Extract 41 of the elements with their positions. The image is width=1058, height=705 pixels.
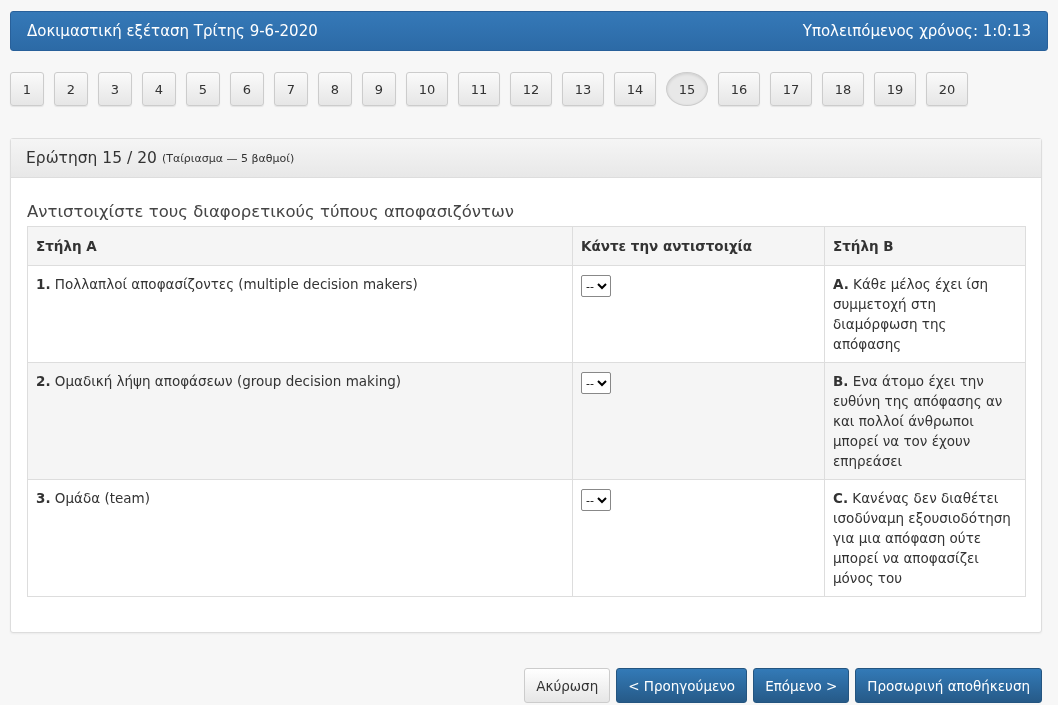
question-number-button[interactable]: 7 <box>274 72 308 106</box>
question-number-button[interactable]: 12 <box>510 72 552 106</box>
question-number-button[interactable]: 1 <box>10 72 44 106</box>
question-number-button[interactable]: 15 <box>666 72 708 106</box>
question-number-button[interactable]: 10 <box>406 72 448 106</box>
match-dropdown[interactable]: -- <box>581 489 611 511</box>
match-dropdown[interactable]: -- <box>581 372 611 394</box>
question-type: (Ταίριασμα — 5 βαθμοί) <box>161 151 295 165</box>
column-header: Κάντε την αντιστοιχία <box>572 226 825 266</box>
question-number-button[interactable]: 20 <box>926 72 968 106</box>
question-number-button[interactable]: 8 <box>318 72 352 106</box>
exam-title: Δοκιμαστική εξέταση Τρίτης 9-6-2020 <box>27 22 318 40</box>
question-number-button[interactable]: 16 <box>718 72 760 106</box>
table-cell: A. Κάθε μέλος έχει ίση συμμετοχή στη διαμόρφωση της απόφασης <box>824 265 1026 363</box>
question-prompt: Αντιστοιχίστε τους διαφορετικούς τύπους αποφασιζόντων <box>27 202 515 221</box>
table-cell: 3. Ομάδα (team) <box>27 479 573 597</box>
question-number-button[interactable]: 19 <box>874 72 916 106</box>
action-button[interactable]: < Προηγούμενο <box>616 668 748 703</box>
question-number-button[interactable]: 17 <box>770 72 812 106</box>
question-number-button[interactable]: 11 <box>458 72 500 106</box>
column-header: Στήλη Α <box>27 226 573 266</box>
action-button[interactable]: Επόμενο > <box>753 668 850 703</box>
question-number-button[interactable]: 3 <box>98 72 132 106</box>
column-header: Στήλη Β <box>824 226 1026 266</box>
question-number-button[interactable]: 9 <box>362 72 396 106</box>
question-number-button[interactable]: 14 <box>614 72 656 106</box>
table-cell: 2. Ομαδική λήψη αποφάσεων (group decision making) <box>27 362 573 480</box>
table-cell: C. Κανένας δεν διαθέτει ισοδύναμη εξουσιοδότηση για μια απόφαση ούτε μπορεί να αποφασίζει μόνος του <box>824 479 1026 597</box>
question-number-button[interactable]: 4 <box>142 72 176 106</box>
match-dropdown[interactable]: -- <box>581 275 611 297</box>
cancel-button[interactable]: Ακύρωση <box>524 668 611 703</box>
question-number-button[interactable]: 18 <box>822 72 864 106</box>
table-cell: 1. Πολλαπλοί αποφασίζοντες (multiple decision makers) <box>27 265 573 363</box>
question-number-button[interactable]: 13 <box>562 72 604 106</box>
remaining-time: Υπολειπόμενος χρόνος: 1:0:13 <box>802 22 1031 40</box>
table-cell: B. Ενα άτομο έχει την ευθύνη της απόφασης αν και πολλοί άνθρωποι μπορεί να τον έχουν επηρεάσει <box>824 362 1026 480</box>
question-title: Ερώτηση 15 / 20 <box>26 149 157 167</box>
question-number-button[interactable]: 2 <box>54 72 88 106</box>
question-number-button[interactable]: 6 <box>230 72 264 106</box>
question-number-button[interactable]: 5 <box>186 72 220 106</box>
action-button[interactable]: Προσωρινή αποθήκευση <box>855 668 1042 703</box>
